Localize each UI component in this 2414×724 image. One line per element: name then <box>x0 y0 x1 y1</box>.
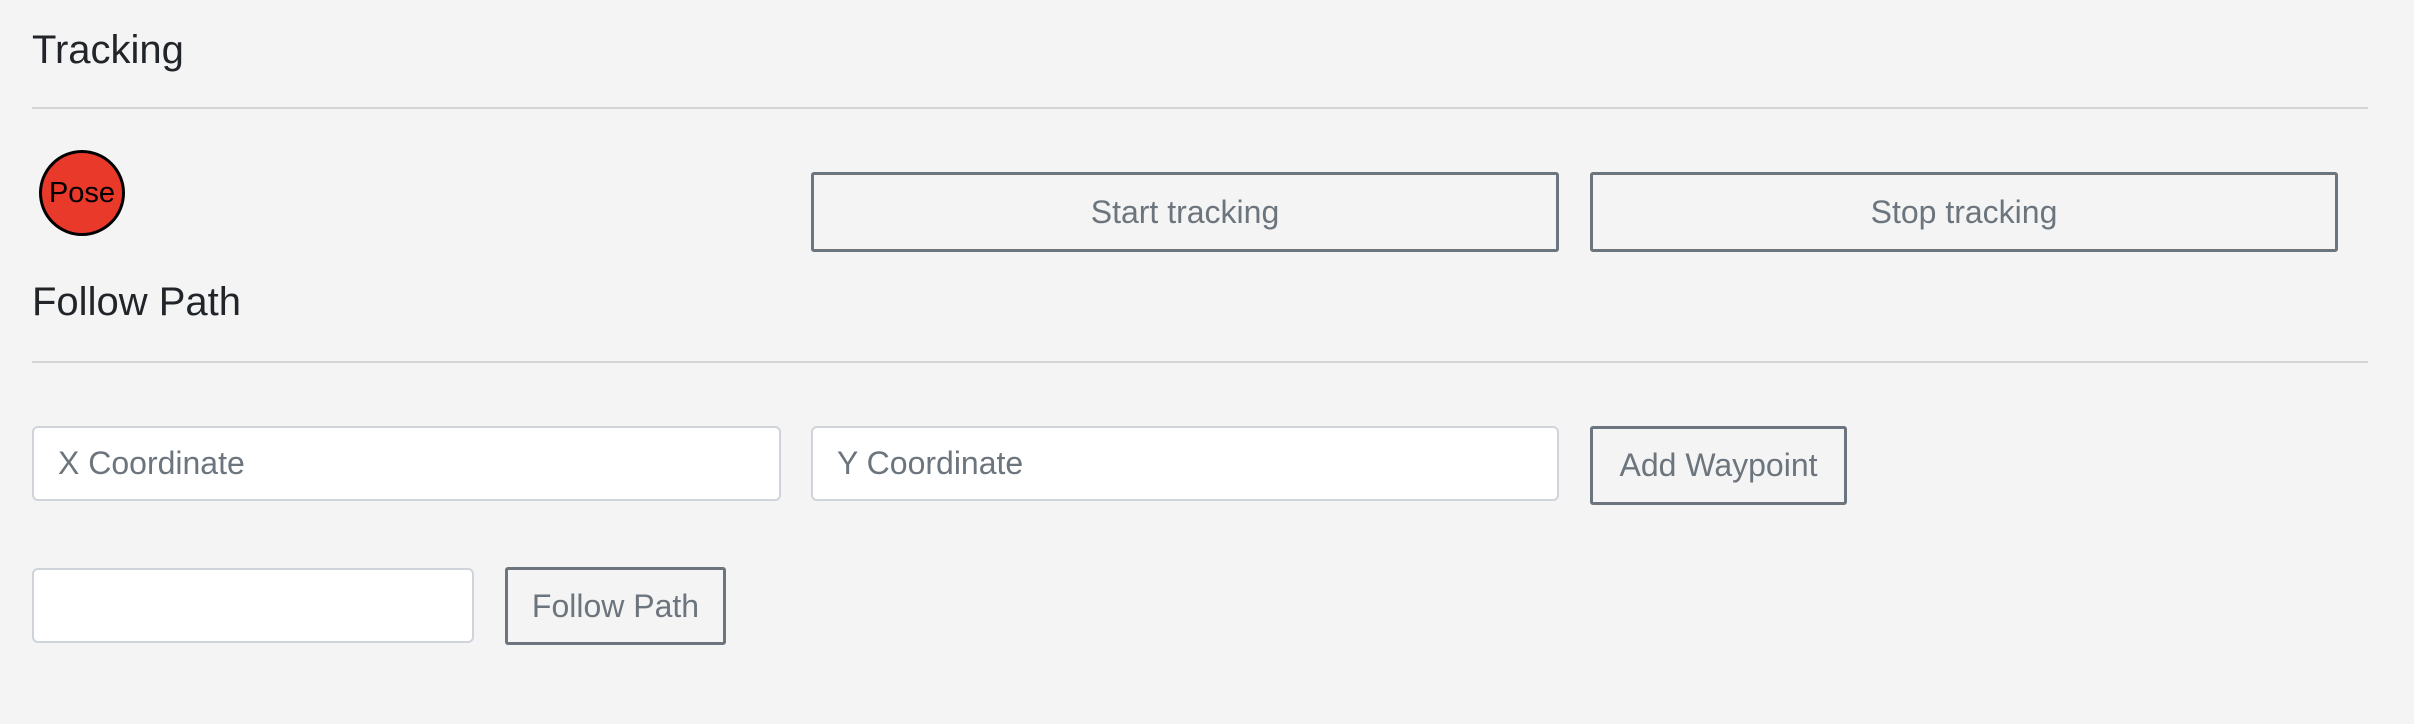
path-input[interactable] <box>32 568 474 643</box>
tracking-divider <box>32 107 2368 109</box>
y-coordinate-input[interactable] <box>811 426 1559 501</box>
x-coordinate-input[interactable] <box>32 426 781 501</box>
follow-path-heading: Follow Path <box>32 280 241 324</box>
tracking-heading: Tracking <box>32 28 184 72</box>
add-waypoint-button[interactable]: Add Waypoint <box>1590 426 1847 505</box>
start-tracking-button[interactable]: Start tracking <box>811 172 1559 252</box>
follow-path-divider <box>32 361 2368 363</box>
follow-path-button[interactable]: Follow Path <box>505 567 726 645</box>
pose-status-indicator: Pose <box>39 150 125 236</box>
pose-label: Pose <box>48 176 116 209</box>
stop-tracking-button[interactable]: Stop tracking <box>1590 172 2338 252</box>
